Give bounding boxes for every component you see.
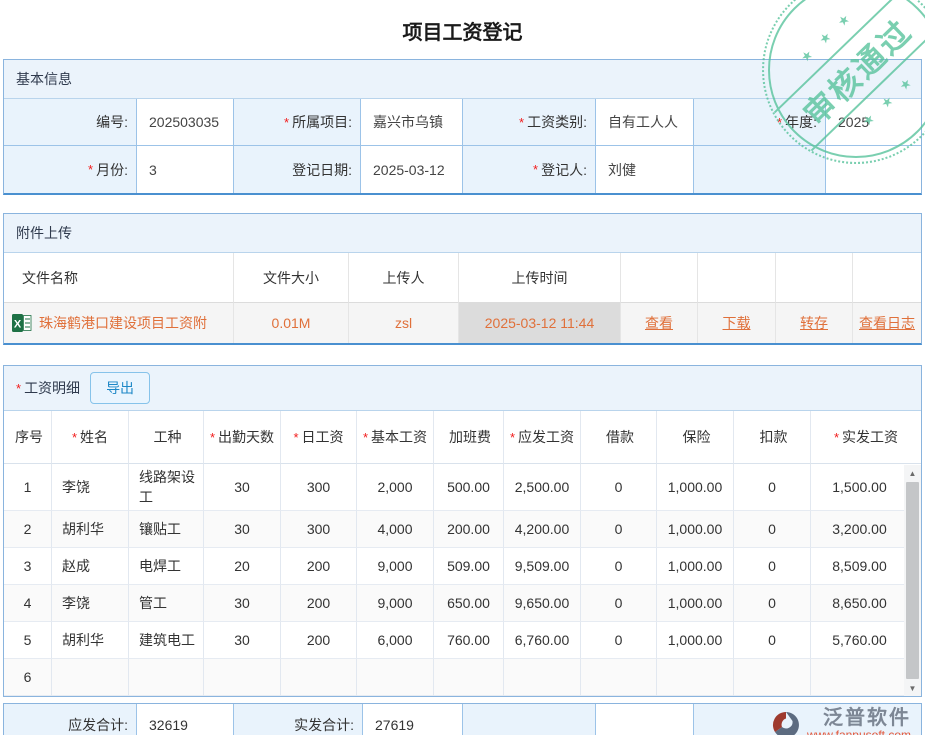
totals-row: 应发合计: 32619 实发合计: 27619 泛普软件 www.fanpuso… — [3, 703, 922, 735]
payable-total-label: 应发合计: — [4, 704, 137, 735]
wage-detail-title: *工资明细 — [16, 378, 80, 398]
field-label-project: *所属项目: — [234, 99, 361, 146]
field-value-wage-type: 自有工人人 — [596, 99, 694, 146]
attachment-upload-time: 2025-03-12 11:44 — [459, 303, 621, 343]
basic-info-section: 基本信息 编号: 202503035 *所属项目: 嘉兴市乌镇 *工资类别: 自… — [3, 59, 922, 195]
download-link[interactable]: 下载 — [723, 313, 751, 333]
col-overtime: 加班费 — [434, 411, 504, 464]
vertical-scrollbar[interactable]: ▲ ▼ — [904, 465, 921, 696]
table-row: 5胡利华建筑电工302006,000760.006,760.0001,000.0… — [4, 622, 908, 659]
col-attendance-days: *出勤天数 — [204, 411, 281, 464]
col-daily-wage: *日工资 — [281, 411, 357, 464]
wage-table-header: 序号 *姓名 工种 *出勤天数 *日工资 *基本工资 加班费 *应发工资 借款 … — [4, 411, 921, 464]
col-action-1 — [621, 253, 698, 303]
col-uploader: 上传人 — [349, 253, 459, 303]
col-deduction: 扣款 — [734, 411, 811, 464]
col-name: *姓名 — [52, 411, 129, 464]
col-loan: 借款 — [581, 411, 657, 464]
attachment-section: 附件上传 文件名称 文件大小 上传人 上传时间 X 珠海鹤港口建设项目工资附 0 — [3, 213, 922, 345]
svg-text:X: X — [14, 319, 22, 331]
actual-total-label: 实发合计: — [234, 704, 363, 735]
col-action-3 — [776, 253, 853, 303]
field-value-year: 2025 — [826, 99, 921, 146]
field-label-wage-type: *工资类别: — [463, 99, 596, 146]
col-file-size: 文件大小 — [234, 253, 349, 303]
attachment-title: 附件上传 — [16, 223, 72, 243]
attachment-uploader: zsl — [349, 303, 459, 343]
attachment-file-size: 0.01M — [234, 303, 349, 343]
col-upload-time: 上传时间 — [459, 253, 621, 303]
basic-info-title: 基本信息 — [16, 69, 72, 89]
table-row: 4李饶管工302009,000650.009,650.0001,000.0008… — [4, 585, 908, 622]
vendor-logo: 泛普软件 www.fanpusoft.com — [694, 708, 921, 735]
col-basic-wage: *基本工资 — [357, 411, 434, 464]
scroll-up-icon[interactable]: ▲ — [904, 465, 921, 481]
table-row: 1李饶线路架设工303002,000500.002,500.0001,000.0… — [4, 464, 908, 511]
totals-blank-cell — [596, 704, 694, 735]
excel-file-icon: X — [12, 314, 32, 332]
vendor-logo-icon — [771, 710, 801, 735]
wage-detail-section: *工资明细 导出 序号 *姓名 工种 *出勤天数 *日工资 *基本工资 加班费 … — [3, 365, 922, 697]
totals-blank-cell — [463, 704, 596, 735]
field-value-number: 202503035 — [137, 99, 234, 146]
table-row: 2胡利华镶贴工303004,000200.004,200.0001,000.00… — [4, 511, 908, 548]
export-button[interactable]: 导出 — [90, 372, 150, 404]
attachment-row-file: X 珠海鹤港口建设项目工资附 — [4, 303, 234, 343]
vendor-cell: 泛普软件 www.fanpusoft.com — [694, 704, 921, 735]
vendor-url[interactable]: www.fanpusoft.com — [807, 729, 911, 735]
field-label-month: *月份: — [4, 146, 137, 193]
file-name-link[interactable]: 珠海鹤港口建设项目工资附 — [39, 313, 207, 333]
payable-total-value: 32619 — [137, 704, 234, 735]
scrollbar-thumb[interactable] — [906, 482, 919, 679]
field-label-number: 编号: — [4, 99, 137, 146]
view-link[interactable]: 查看 — [645, 313, 673, 333]
col-action-2 — [698, 253, 776, 303]
col-actual-wage: *实发工资 — [811, 411, 921, 464]
col-payable-wage: *应发工资 — [504, 411, 581, 464]
field-value-month: 3 — [137, 146, 234, 193]
field-value-register-date: 2025-03-12 — [361, 146, 463, 193]
col-action-4 — [853, 253, 921, 303]
save-copy-link[interactable]: 转存 — [800, 313, 828, 333]
actual-total-value: 27619 — [363, 704, 463, 735]
col-file-name: 文件名称 — [4, 253, 234, 303]
scroll-down-icon[interactable]: ▼ — [904, 680, 921, 696]
table-row: 3赵成电焊工202009,000509.009,509.0001,000.000… — [4, 548, 908, 585]
field-label-year: *年度: — [694, 99, 826, 146]
col-seq: 序号 — [4, 411, 52, 464]
view-log-link[interactable]: 查看日志 — [859, 313, 915, 333]
field-label-empty — [694, 146, 826, 193]
field-value-registrar: 刘健 — [596, 146, 694, 193]
table-row: 6 — [4, 659, 908, 696]
col-work-type: 工种 — [129, 411, 204, 464]
field-label-registrar: *登记人: — [463, 146, 596, 193]
field-value-project: 嘉兴市乌镇 — [361, 99, 463, 146]
page-title: 项目工资登记 — [0, 0, 925, 59]
field-value-empty — [826, 146, 921, 193]
col-insurance: 保险 — [657, 411, 734, 464]
field-label-register-date: 登记日期: — [234, 146, 361, 193]
vendor-name: 泛普软件 — [823, 708, 911, 728]
